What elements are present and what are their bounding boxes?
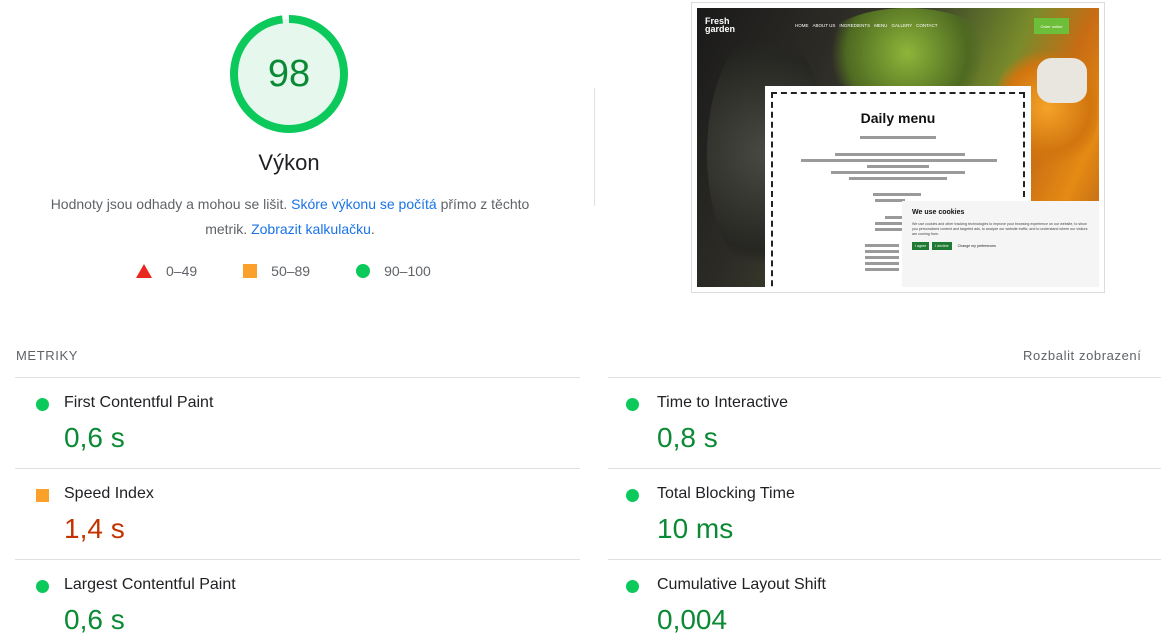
good-circle-icon	[626, 489, 639, 502]
menu-text-line	[865, 262, 899, 265]
square-icon	[243, 264, 258, 278]
menu-text-line	[865, 250, 899, 253]
desc-text-1: Hodnoty jsou odhady a mohou se lišit.	[50, 196, 292, 212]
cookie-banner: We use cookies We use cookies and other …	[902, 201, 1099, 287]
cookie-text: We use cookies and other tracking techno…	[912, 222, 1088, 236]
menu-text-line	[875, 228, 905, 231]
metric-value: 0,6 s	[64, 604, 125, 635]
cookie-title: We use cookies	[912, 209, 965, 216]
logo-line: garden	[705, 24, 736, 34]
good-circle-icon	[36, 398, 49, 411]
nav-link: ABOUT US	[812, 22, 836, 28]
metric-title: Largest Contentful Paint	[64, 576, 236, 593]
expand-view-toggle[interactable]: Rozbalit zobrazení	[1023, 348, 1141, 363]
menu-text-line	[867, 165, 929, 168]
metric-value: 0,6 s	[64, 422, 125, 453]
calculator-link[interactable]: Zobrazit kalkulačku	[251, 221, 371, 237]
metric-value: 0,8 s	[657, 422, 718, 453]
menu-text-line	[873, 193, 921, 196]
divider	[608, 559, 1161, 560]
score-calculation-link[interactable]: Skóre výkonu se počítá	[291, 196, 437, 212]
legend-range: 50–89	[271, 263, 311, 279]
divider	[608, 468, 1161, 469]
screenshot-logo: Fresh garden	[705, 17, 745, 34]
legend-item-average: 50–89	[243, 263, 310, 279]
metric-largest-contentful-paint: Largest Contentful Paint 0,6 s	[15, 559, 580, 637]
nav-link: CONTACT	[916, 22, 938, 28]
cookie-buttons: I agree I decline Change my preferences	[912, 242, 1089, 250]
divider	[15, 377, 580, 378]
vertical-divider	[594, 88, 595, 206]
page-screenshot[interactable]: Fresh garden HOME ABOUT US INGREDIENTS M…	[691, 2, 1105, 293]
performance-score: 98	[267, 52, 311, 95]
metric-first-contentful-paint: First Contentful Paint 0,6 s	[15, 377, 580, 468]
gauge-description: Hodnoty jsou odhady a mohou se lišit. Sk…	[48, 192, 532, 242]
cookie-agree-button: I agree	[912, 242, 930, 250]
nav-link: GALLERY	[891, 22, 913, 28]
menu-text-line	[865, 244, 899, 247]
menu-text-line	[831, 171, 965, 174]
metric-title: Total Blocking Time	[657, 485, 795, 502]
metric-title: Speed Index	[64, 485, 154, 502]
metric-value: 0,004	[657, 604, 728, 635]
metric-value: 1,4 s	[64, 513, 125, 544]
menu-text-line	[875, 222, 905, 225]
good-circle-icon	[626, 398, 639, 411]
menu-text-line	[801, 159, 997, 162]
cookie-decline-button: I decline	[932, 242, 952, 250]
screenshot-nav: Fresh garden HOME ABOUT US INGREDIENTS M…	[697, 8, 1099, 42]
metric-cumulative-layout-shift: Cumulative Layout Shift 0,004	[608, 559, 1161, 637]
legend-item-poor: 0–49	[136, 263, 197, 279]
nav-link: HOME	[795, 22, 809, 28]
metric-value: 10 ms	[657, 513, 734, 544]
cheese-shape	[1037, 58, 1087, 103]
divider	[15, 559, 580, 560]
legend-range: 0–49	[166, 263, 198, 279]
nav-link: INGREDIENTS	[839, 22, 871, 28]
performance-gauge: 98	[229, 14, 349, 134]
nav-link: MENU	[874, 22, 888, 28]
average-square-icon	[36, 489, 49, 502]
cookie-preferences-button: Change my preferences	[957, 244, 996, 248]
menu-text-line	[835, 153, 965, 156]
metric-total-blocking-time: Total Blocking Time 10 ms	[608, 468, 1161, 559]
menu-text-line	[849, 177, 947, 180]
desc-text-3: .	[370, 221, 375, 237]
score-legend: 0–49 50–89 90–100	[136, 263, 477, 279]
menu-text-line	[865, 268, 899, 271]
menu-text-line	[860, 136, 936, 139]
screenshot-nav-links: HOME ABOUT US INGREDIENTS MENU GALLERY C…	[795, 23, 938, 28]
metric-title: Cumulative Layout Shift	[657, 576, 826, 593]
circle-icon	[356, 264, 371, 278]
menu-title: Daily menu	[860, 110, 936, 126]
good-circle-icon	[626, 580, 639, 593]
metric-title: Time to Interactive	[657, 394, 789, 411]
metric-time-to-interactive: Time to Interactive 0,8 s	[608, 377, 1161, 468]
legend-item-good: 90–100	[356, 263, 431, 279]
gauge-title: Výkon	[258, 150, 320, 175]
divider	[608, 377, 1161, 378]
menu-text-line	[875, 199, 905, 202]
triangle-icon	[136, 264, 152, 278]
divider	[15, 468, 580, 469]
menu-text-line	[865, 256, 899, 259]
screenshot-order-button: Order online	[1034, 18, 1069, 34]
metrics-heading: METRIKY	[16, 348, 78, 363]
legend-range: 90–100	[384, 263, 431, 279]
good-circle-icon	[36, 580, 49, 593]
metric-title: First Contentful Paint	[64, 394, 214, 411]
metric-speed-index: Speed Index 1,4 s	[15, 468, 580, 559]
screenshot-image: Fresh garden HOME ABOUT US INGREDIENTS M…	[697, 8, 1099, 287]
